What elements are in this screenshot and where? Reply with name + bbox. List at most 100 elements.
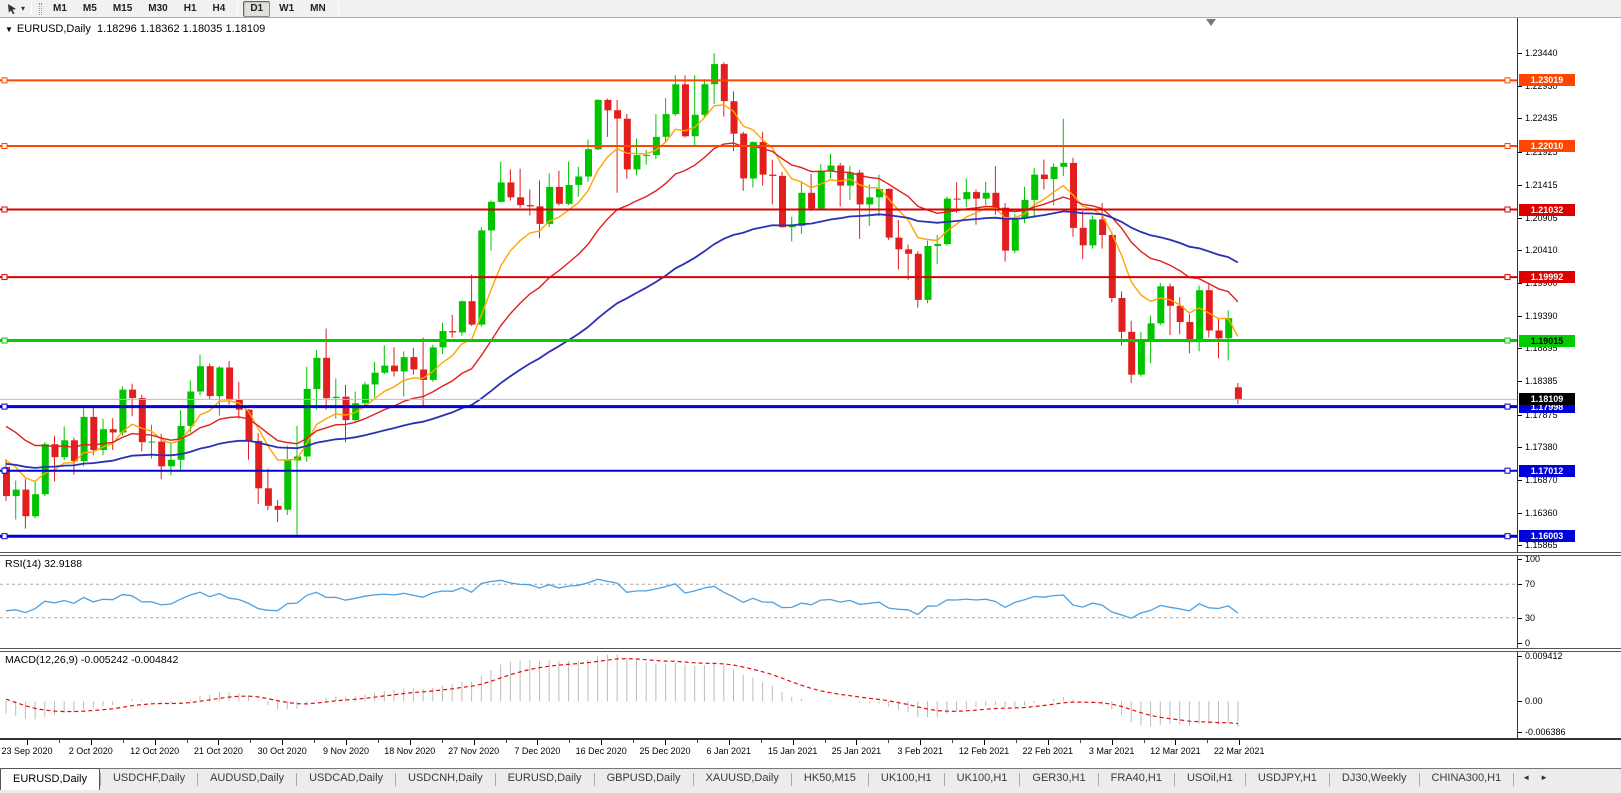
rsi-tick-mark xyxy=(1518,584,1522,585)
chart-tab-gbpusd-daily[interactable]: GBPUSD,Daily xyxy=(595,769,693,789)
chart-tab-ger30-h1[interactable]: GER30,H1 xyxy=(1020,769,1097,789)
line-handle[interactable] xyxy=(2,275,7,280)
line-handle[interactable] xyxy=(1505,404,1510,409)
date-tick-mark-minor xyxy=(697,740,698,743)
candle-body xyxy=(546,187,553,224)
chart-tab-usdjpy-h1[interactable]: USDJPY,H1 xyxy=(1246,769,1329,789)
date-tick-label: 12 Oct 2020 xyxy=(130,746,179,756)
date-tick-mark-minor xyxy=(1016,740,1017,743)
axis-separator xyxy=(0,738,1621,740)
macd-tick-label: 0.00 xyxy=(1525,696,1543,706)
line-handle[interactable] xyxy=(2,144,7,149)
price-chart-pane[interactable] xyxy=(0,18,1517,552)
collapse-triangle-icon[interactable]: ▼ xyxy=(5,25,13,34)
candle-body xyxy=(459,301,466,332)
date-tick-mark xyxy=(27,740,28,745)
date-axis[interactable]: 23 Sep 20202 Oct 202012 Oct 202021 Oct 2… xyxy=(0,740,1621,768)
candle-body xyxy=(1225,318,1232,338)
chart-tab-xauusd-daily[interactable]: XAUUSD,Daily xyxy=(694,769,791,789)
candle-body xyxy=(1157,286,1164,323)
candle-body xyxy=(731,101,738,134)
timeframe-button-h1[interactable]: H1 xyxy=(177,1,204,17)
rsi-pane[interactable] xyxy=(0,556,1517,648)
timeframe-button-w1[interactable]: W1 xyxy=(272,1,301,17)
timeframe-button-d1[interactable]: D1 xyxy=(243,1,270,17)
candle-body xyxy=(430,347,437,380)
line-handle[interactable] xyxy=(2,338,7,343)
candle-body xyxy=(1138,342,1145,375)
line-handle[interactable] xyxy=(1505,275,1510,280)
candle-body xyxy=(71,440,78,461)
tab-scroll-arrows: ◄► xyxy=(1522,773,1548,782)
candle-body xyxy=(275,506,282,510)
rsi-tick-label: 70 xyxy=(1525,579,1535,589)
chart-tab-uk100-h1[interactable]: UK100,H1 xyxy=(945,769,1020,789)
timeframe-button-m5[interactable]: M5 xyxy=(76,1,104,17)
line-handle[interactable] xyxy=(1505,338,1510,343)
line-handle[interactable] xyxy=(1505,144,1510,149)
line-handle[interactable] xyxy=(2,534,7,539)
timeframe-button-m30[interactable]: M30 xyxy=(141,1,174,17)
candle-body xyxy=(585,149,592,176)
price-axis[interactable]: 1.234401.229301.224351.219251.214151.209… xyxy=(1517,18,1621,740)
candle-body xyxy=(566,185,573,204)
price-tick-label: 1.21415 xyxy=(1525,180,1558,190)
line-handle[interactable] xyxy=(1505,207,1510,212)
pane-separator[interactable] xyxy=(0,648,1621,652)
cursor-dropdown-caret-icon[interactable]: ▾ xyxy=(21,4,25,13)
candle-body xyxy=(1089,219,1096,245)
candle-body xyxy=(401,357,408,371)
chart-tab-audusd-daily[interactable]: AUDUSD,Daily xyxy=(198,769,296,789)
pane-separator[interactable] xyxy=(0,552,1621,556)
candle-body xyxy=(1109,235,1116,298)
timeframe-button-h4[interactable]: H4 xyxy=(206,1,233,17)
cursor-tool-icon[interactable] xyxy=(4,2,20,16)
candle-body xyxy=(158,442,165,467)
chart-tab-usdcnh-daily[interactable]: USDCNH,Daily xyxy=(396,769,495,789)
candle-body xyxy=(1012,218,1019,251)
timeframe-button-m15[interactable]: M15 xyxy=(106,1,139,17)
level-price-label: 1.23019 xyxy=(1519,74,1575,86)
candle-body xyxy=(1216,331,1223,339)
line-handle[interactable] xyxy=(1505,468,1510,473)
line-handle[interactable] xyxy=(2,404,7,409)
toolbar-separator xyxy=(31,3,32,15)
tab-scroll-left-icon[interactable]: ◄ xyxy=(1522,773,1530,782)
chart-tab-eurusd-daily[interactable]: EURUSD,Daily xyxy=(0,768,100,790)
tab-scroll-right-icon[interactable]: ► xyxy=(1540,773,1548,782)
chart-tab-fra40-h1[interactable]: FRA40,H1 xyxy=(1099,769,1174,789)
chart-tab-usdchf-daily[interactable]: USDCHF,Daily xyxy=(101,769,197,789)
candle-body xyxy=(197,366,204,391)
candle-body xyxy=(1177,306,1184,322)
line-handle[interactable] xyxy=(2,468,7,473)
candle-body xyxy=(595,100,602,149)
macd-pane[interactable] xyxy=(0,652,1517,738)
line-handle[interactable] xyxy=(1505,78,1510,83)
candle-body xyxy=(110,429,117,432)
timeframe-button-m1[interactable]: M1 xyxy=(46,1,74,17)
timeframe-button-mn[interactable]: MN xyxy=(303,1,333,17)
right-shift-marker-icon[interactable] xyxy=(1206,19,1216,26)
chart-tab-china300-h1[interactable]: CHINA300,H1 xyxy=(1420,769,1514,789)
toolbar-grip[interactable] xyxy=(39,3,42,15)
line-handle[interactable] xyxy=(1505,534,1510,539)
date-tick-mark xyxy=(856,740,857,745)
date-tick-mark-minor xyxy=(1144,740,1145,743)
candle-body xyxy=(255,441,262,488)
chart-tab-uk100-h1[interactable]: UK100,H1 xyxy=(869,769,944,789)
current-price-label: 1.18109 xyxy=(1519,393,1575,405)
chart-tab-dj30-weekly[interactable]: DJ30,Weekly xyxy=(1330,769,1419,789)
date-tick-mark xyxy=(984,740,985,745)
line-handle[interactable] xyxy=(2,207,7,212)
candle-body xyxy=(663,114,670,137)
candle-body xyxy=(828,166,835,171)
chart-tab-hk50-m15[interactable]: HK50,M15 xyxy=(792,769,868,789)
chart-tab-usdcad-daily[interactable]: USDCAD,Daily xyxy=(297,769,395,789)
price-tick-mark xyxy=(1518,250,1522,251)
candle-body xyxy=(323,358,330,398)
chart-tab-usoil-h1[interactable]: USOil,H1 xyxy=(1175,769,1245,789)
chart-tab-eurusd-daily[interactable]: EURUSD,Daily xyxy=(496,769,594,789)
candle-body xyxy=(362,384,369,403)
line-handle[interactable] xyxy=(2,78,7,83)
candle-body xyxy=(32,494,39,516)
